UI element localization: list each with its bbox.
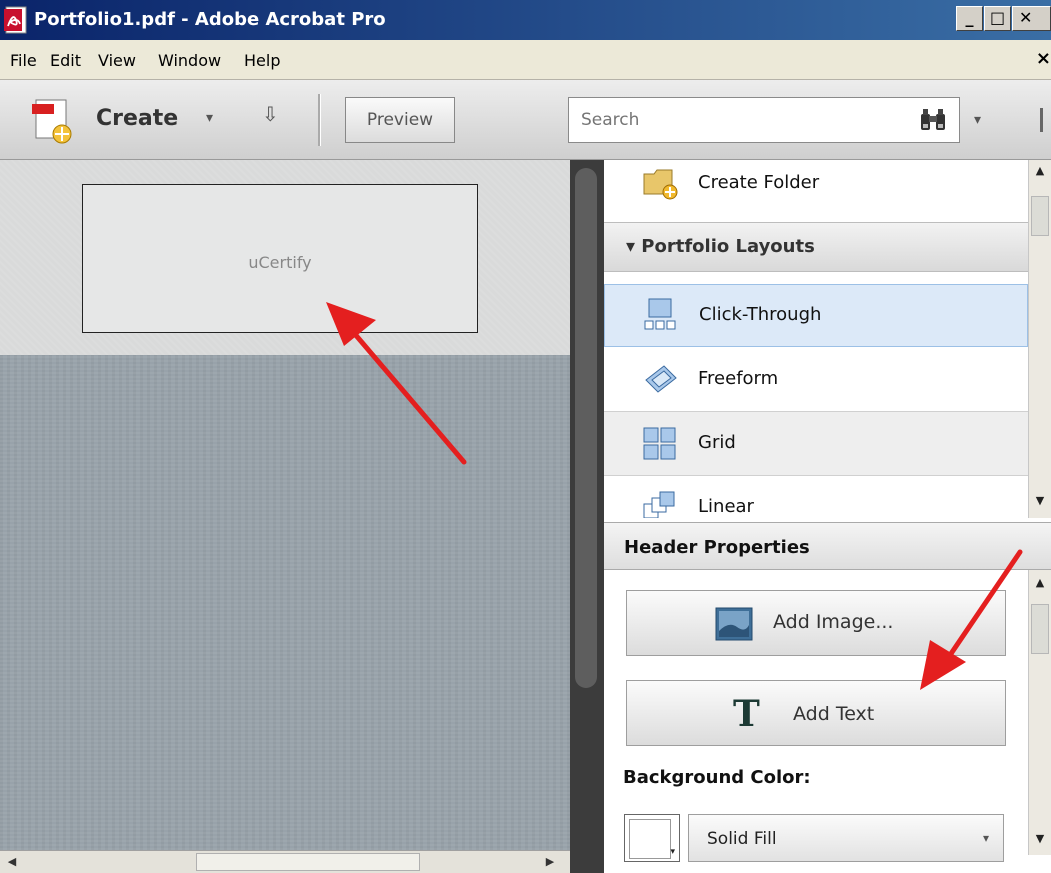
menu-view[interactable]: View xyxy=(98,51,136,70)
window-title: Portfolio1.pdf - Adobe Acrobat Pro xyxy=(34,9,386,30)
layout-item-click-through[interactable]: Click-Through xyxy=(604,284,1028,347)
header-placeholder-text: uCertify xyxy=(248,253,312,272)
search-input[interactable] xyxy=(568,97,960,143)
search-options-chevron-icon[interactable]: ▾ xyxy=(974,112,981,128)
background-color-swatch[interactable]: ▾ xyxy=(624,814,680,862)
color-preview xyxy=(629,819,671,859)
background-color-label: Background Color: xyxy=(623,767,811,788)
header-placeholder-box[interactable]: uCertify xyxy=(82,184,478,333)
menu-help[interactable]: Help xyxy=(244,51,280,70)
click-through-layout-icon xyxy=(644,298,676,330)
title-bar: Portfolio1.pdf - Adobe Acrobat Pro _ □ ✕ xyxy=(0,0,1051,40)
layout-label: Click-Through xyxy=(699,304,822,325)
scroll-left-icon[interactable]: ◀ xyxy=(2,853,22,871)
chevron-down-icon: ▾ xyxy=(982,831,989,845)
create-button[interactable]: Create ▾ xyxy=(28,96,218,144)
fill-type-value: Solid Fill xyxy=(707,829,777,849)
toolbar-overflow-edge xyxy=(1040,108,1043,132)
scroll-right-icon[interactable]: ▶ xyxy=(540,853,560,871)
scroll-down-icon[interactable]: ▼ xyxy=(1029,494,1051,507)
chevron-down-icon: ▾ xyxy=(206,110,214,126)
menu-bar: File Edit View Window Help × xyxy=(0,40,1051,80)
menu-file[interactable]: File xyxy=(10,51,37,70)
minimize-button[interactable]: _ xyxy=(956,6,983,31)
create-folder-label: Create Folder xyxy=(698,172,820,193)
layouts-scroll-thumb[interactable] xyxy=(1031,196,1049,236)
toolbar-separator xyxy=(318,94,321,146)
layout-label: Grid xyxy=(698,432,736,453)
layout-item-freeform[interactable]: Freeform xyxy=(604,348,1028,412)
toolbar-more-icon[interactable]: ⇩ xyxy=(262,102,279,126)
linear-layout-icon xyxy=(643,491,675,518)
portfolio-layouts-header[interactable]: ▾ Portfolio Layouts xyxy=(604,222,1028,272)
header-properties-title: Header Properties xyxy=(624,537,810,558)
add-text-label: Add Text xyxy=(793,703,875,725)
layouts-vertical-scrollbar[interactable]: ▲ ▼ xyxy=(1028,160,1051,518)
panel-splitter[interactable] xyxy=(570,160,604,873)
close-document-button[interactable]: × xyxy=(1036,48,1051,69)
splitter-grip[interactable] xyxy=(575,168,597,688)
scroll-down-icon[interactable]: ▼ xyxy=(1029,832,1051,845)
acrobat-app-icon xyxy=(4,6,27,34)
freeform-layout-icon xyxy=(645,365,677,393)
header-properties-header: Header Properties xyxy=(604,522,1051,570)
layout-label: Freeform xyxy=(698,368,779,389)
horizontal-scrollbar[interactable]: ◀ ▶ xyxy=(0,850,570,873)
create-label: Create xyxy=(96,106,179,131)
scroll-up-icon[interactable]: ▲ xyxy=(1029,576,1051,589)
preview-button[interactable]: Preview xyxy=(345,97,455,143)
text-tool-icon: T xyxy=(733,693,760,735)
layout-item-grid[interactable]: Grid xyxy=(604,412,1028,476)
layout-label: Linear xyxy=(698,496,754,517)
create-folder-item[interactable]: Create Folder xyxy=(604,160,1028,220)
image-icon xyxy=(715,607,753,641)
grid-layout-icon xyxy=(643,427,676,460)
layout-item-linear[interactable]: Linear xyxy=(604,476,1028,518)
add-image-button[interactable]: Add Image... xyxy=(626,590,1006,656)
menu-window[interactable]: Window xyxy=(158,51,221,70)
portfolio-preview-canvas[interactable] xyxy=(0,355,570,850)
horizontal-scroll-thumb[interactable] xyxy=(196,853,420,871)
add-image-label: Add Image... xyxy=(773,611,894,633)
close-window-button[interactable]: ✕ xyxy=(1012,6,1051,31)
fill-type-select[interactable]: Solid Fill ▾ xyxy=(688,814,1004,862)
add-text-button[interactable]: T Add Text xyxy=(626,680,1006,746)
menu-edit[interactable]: Edit xyxy=(50,51,81,70)
swatch-dropdown-icon: ▾ xyxy=(670,847,675,857)
maximize-button[interactable]: □ xyxy=(984,6,1011,31)
properties-scroll-thumb[interactable] xyxy=(1031,604,1049,654)
binoculars-icon[interactable] xyxy=(918,106,948,134)
scroll-up-icon[interactable]: ▲ xyxy=(1029,164,1051,177)
portfolio-layouts-title: ▾ Portfolio Layouts xyxy=(626,236,815,257)
create-pdf-icon xyxy=(32,99,72,144)
properties-vertical-scrollbar[interactable]: ▲ ▼ xyxy=(1028,570,1051,855)
folder-add-icon xyxy=(643,169,678,200)
